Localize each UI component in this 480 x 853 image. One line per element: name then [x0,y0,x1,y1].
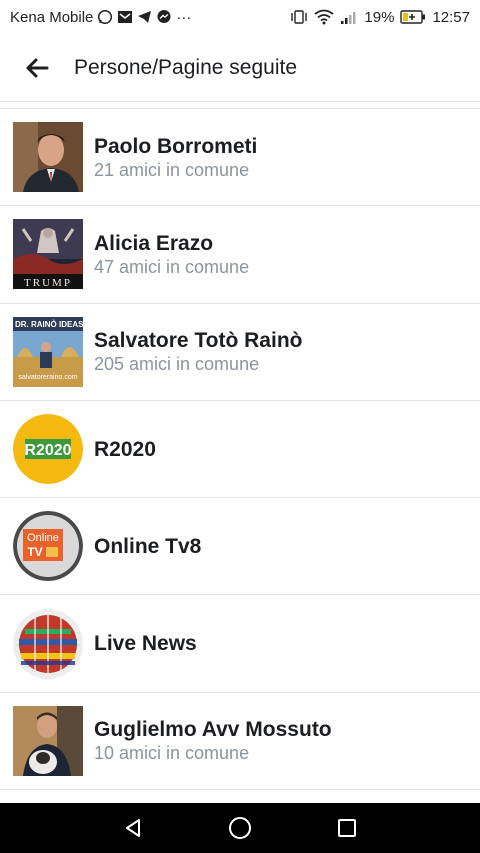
avatar [13,122,83,193]
square-recents-icon [337,819,356,837]
avatar-caption: DR. RAINÒ IDEAS [15,320,83,329]
list-item-r2020[interactable]: R2020 R2020 [0,401,480,499]
status-bar: Kena Mobile ··· 19% 12:57 [0,0,480,34]
wifi-icon [314,9,334,25]
battery-percent: 19% [364,8,395,26]
messenger-icon [156,9,172,25]
avatar-logo-text: TV [27,545,42,559]
nav-home-button[interactable] [220,808,260,848]
list-item-online-tv8[interactable]: Online TV Online Tv8 [0,498,480,596]
item-name: Live News [94,632,197,656]
avatar-logo-text: Online [27,532,59,544]
battery-charging-icon [400,10,426,24]
nav-back-button[interactable] [113,808,153,848]
avatar [13,608,83,679]
avatar [13,705,83,776]
list-item-paolo-borrometi[interactable]: Paolo Borrometi 21 amici in comune [0,109,480,207]
carrier-label: Kena Mobile [10,8,94,26]
vibrate-icon [290,9,308,25]
telegram-icon [137,10,152,24]
avatar: Online TV [13,511,83,582]
arrow-left-icon [26,58,49,77]
item-name: R2020 [94,437,156,461]
item-name: Salvatore Totò Rainò [94,329,303,353]
list-item-guglielmo-mossuto[interactable]: Guglielmo Avv Mossuto 10 amici in comune [0,693,480,791]
nav-recents-button[interactable] [327,808,367,848]
item-name: Guglielmo Avv Mossuto [94,718,332,742]
triangle-back-icon [126,819,141,837]
item-name: Alicia Erazo [94,231,214,255]
system-navigation-bar [0,803,480,853]
page-title: Persone/Pagine seguite [74,55,297,79]
avatar: DR. RAINÒ IDEAS salvatoreraino.com [13,316,83,387]
signal-icon [340,10,358,25]
gmail-icon [117,10,133,24]
more-notifications-icon: ··· [176,8,192,26]
item-name: Online Tv8 [94,534,202,558]
list-item-alicia-erazo[interactable]: TRUMP Alicia Erazo 47 amici in comune [0,206,480,304]
mutual-friends-text: 10 amici in comune [94,743,250,764]
list-item-partial[interactable] [0,790,480,803]
app-header: Persone/Pagine seguite [0,34,480,102]
mutual-friends-text: 21 amici in comune [94,159,250,180]
circle-home-icon [228,817,251,839]
item-name: Paolo Borrometi [94,134,258,158]
back-button[interactable] [0,34,74,102]
avatar: TRUMP [13,219,83,290]
clock: 12:57 [432,8,470,26]
avatar-url: salvatoreraino.com [18,374,77,381]
avatar-caption: TRUMP [24,277,72,289]
whatsapp-icon [97,9,113,25]
mutual-friends-text: 205 amici in comune [94,354,260,375]
avatar-logo-text: R2020 [24,442,71,459]
mutual-friends-text: 47 amici in comune [94,256,250,277]
list-item-live-news[interactable]: Live News [0,595,480,693]
list-item-salvatore-raino[interactable]: DR. RAINÒ IDEAS salvatoreraino.com Salva… [0,304,480,401]
avatar: R2020 [13,414,83,485]
followed-list: Paolo Borrometi 21 amici in comune TRUMP… [0,108,480,803]
